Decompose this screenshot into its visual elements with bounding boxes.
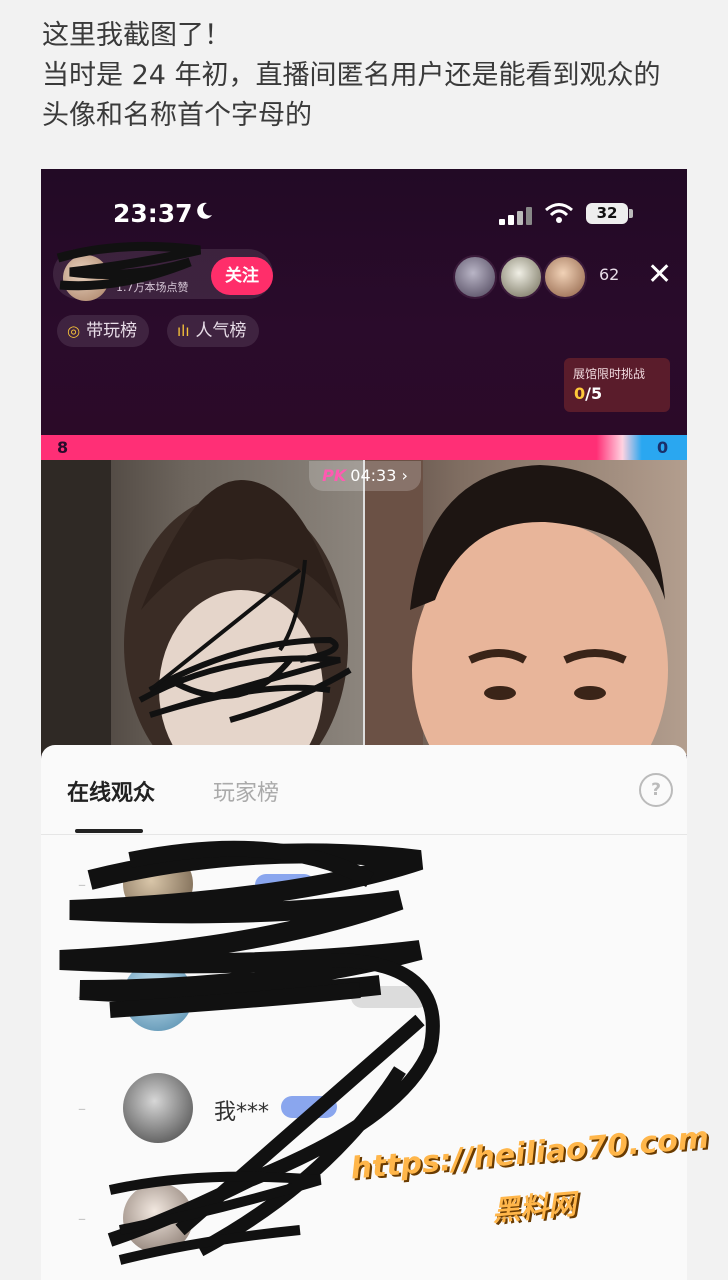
challenge-progress-total: /5 [585,384,603,403]
host-avatar[interactable] [63,255,109,301]
viewer-count[interactable]: 62 [599,265,619,284]
right-streamer-figure [365,460,668,755]
watermark-site: 黑料网 [490,1187,578,1228]
level-badge [281,1096,337,1118]
post-caption: 这里我截图了！ 当时是 24 年初，直播间匿名用户还是能看到观众的 头像和名称首… [42,16,702,136]
level-badge [255,874,315,896]
active-tab-indicator [75,829,143,833]
battery-indicator: 32 [586,203,628,224]
caption-line-2: 当时是 24 年初，直播间匿名用户还是能看到观众的 [42,60,661,91]
viewer-avatar[interactable] [543,255,587,299]
wifi-icon [545,203,573,223]
left-streamer-figure [41,460,348,755]
right-video-feed [365,460,687,755]
left-video-feed [41,460,363,755]
panel-separator [41,834,687,835]
audience-avatar[interactable] [123,1073,193,1143]
audience-rank: – [78,875,86,894]
caption-line-1: 这里我截图了！ [42,20,231,51]
cellular-signal-icon [499,207,532,225]
tab-online-audience[interactable]: 在线观众 [67,775,155,807]
viewer-avatar[interactable] [453,255,497,299]
challenge-progress-current: 0 [574,384,586,403]
status-time: 23:37 [113,199,193,228]
challenge-title: 展馆限时挑战 [573,367,646,381]
pk-logo: PK [322,466,347,485]
moon-icon [197,202,212,219]
popularity-rank-chip[interactable]: ılı 人气榜 [167,315,259,347]
audience-rank: – [78,1099,86,1118]
bar-chart-icon: ılı [177,322,190,340]
follow-button[interactable]: 关注 [211,257,273,295]
challenge-progress: 0/5 [574,384,602,403]
host-likes: 1.7万本场点赞 [116,281,189,294]
close-icon[interactable]: ✕ [647,257,672,293]
challenge-card[interactable]: 展馆限时挑战 0/5 [564,358,670,412]
battery-cap [629,209,633,218]
caption-line-3: 头像和名称首个字母的 [42,100,312,131]
embedded-screenshot: 23:37 32 1.7万本场点赞 关注 62 ✕ ◎ 带玩榜 ılı 人气榜 展馆… [41,169,687,1280]
play-rank-label: 带玩榜 [86,321,138,341]
audience-avatar[interactable] [123,1183,193,1253]
audience-avatar[interactable] [123,849,193,919]
pk-score-bar [41,435,687,460]
pk-left-score: 8 [57,438,69,457]
gamepad-icon: ◎ [67,322,81,340]
viewer-avatar[interactable] [499,255,543,299]
audience-name[interactable]: 我*** [214,1094,269,1126]
pk-right-score: 0 [657,438,669,457]
level-badge [351,986,429,1008]
help-icon[interactable]: ? [639,773,673,807]
pk-timer-value: 04:33 › [350,466,408,485]
audience-rank: – [78,1209,86,1228]
play-rank-chip[interactable]: ◎ 带玩榜 [57,315,150,347]
audience-rank: – [78,987,86,1006]
popularity-rank-label: 人气榜 [195,321,247,341]
tab-player-rank[interactable]: 玩家榜 [213,775,279,807]
audience-avatar[interactable] [123,961,193,1031]
pk-timer[interactable]: PK 04:33 › [309,461,421,491]
